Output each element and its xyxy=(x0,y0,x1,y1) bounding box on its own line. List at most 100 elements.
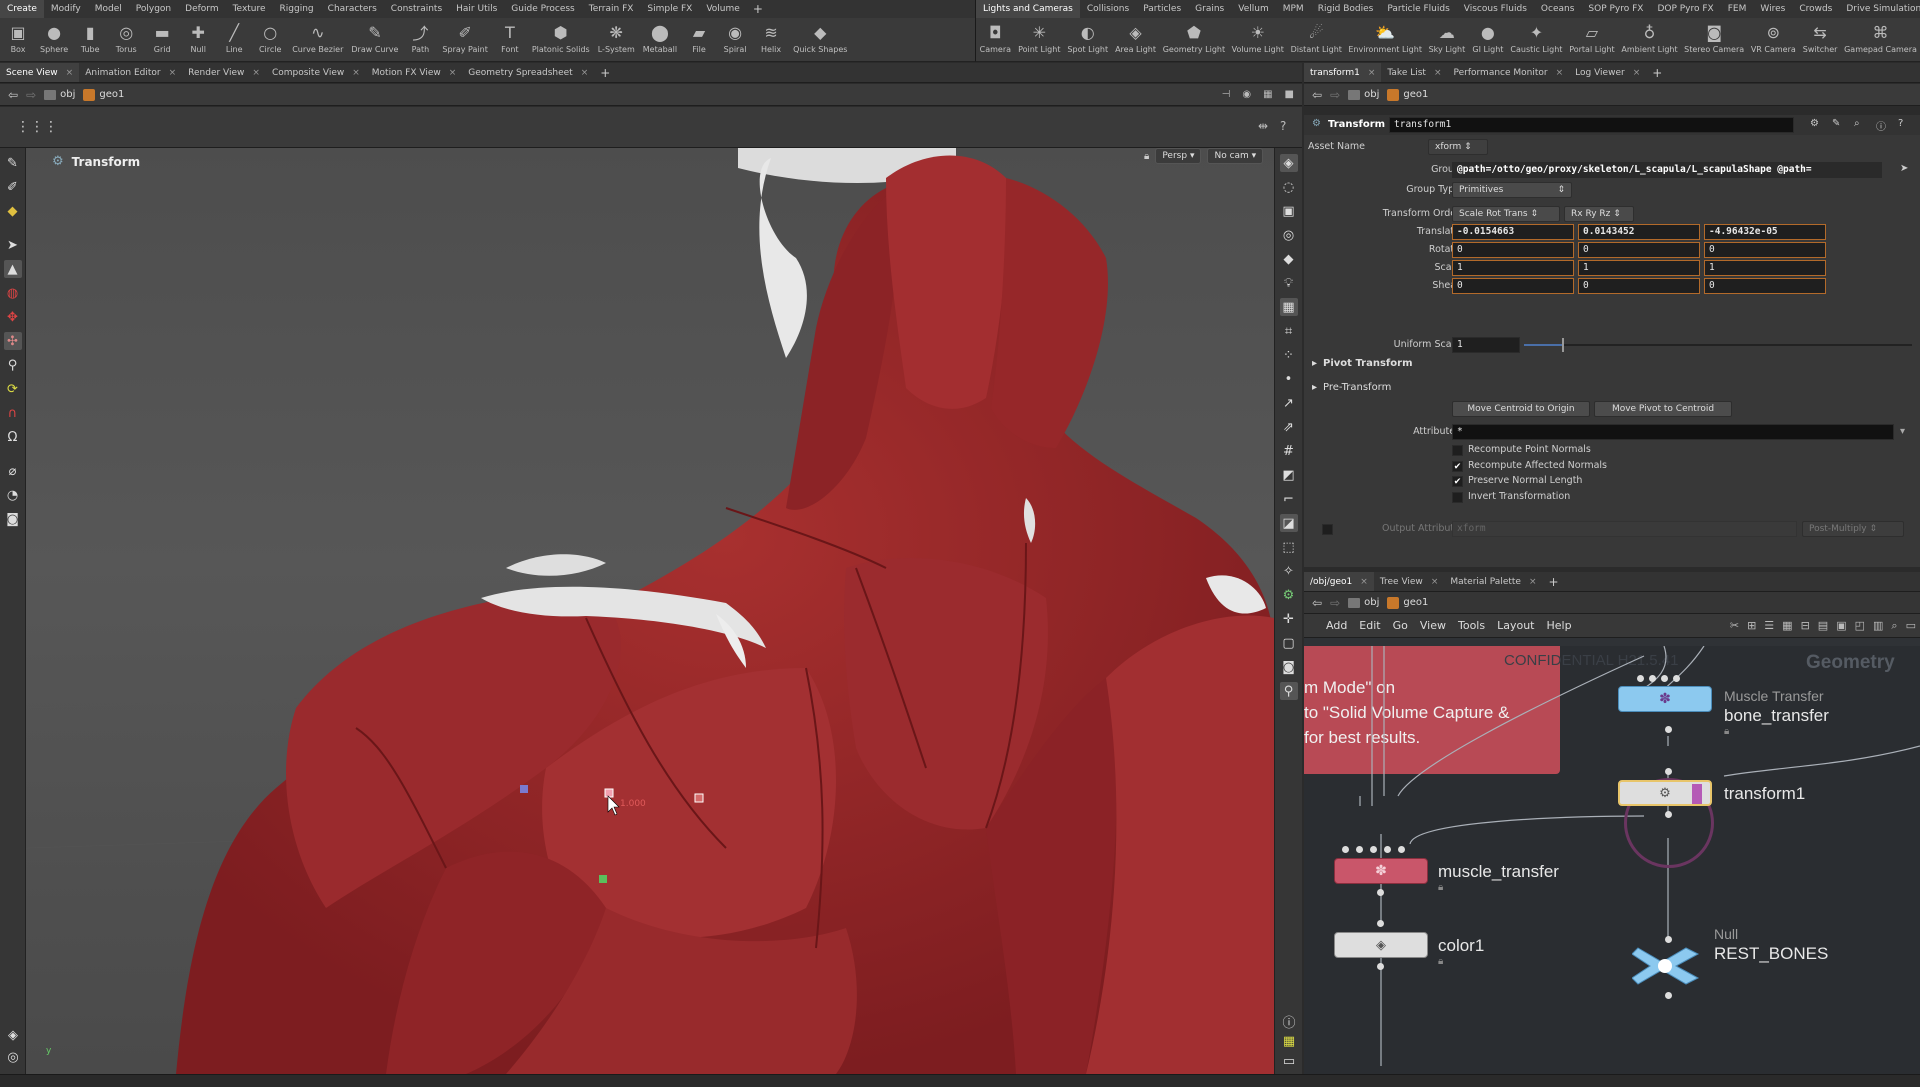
close-icon[interactable]: × xyxy=(1529,572,1537,591)
shelf-tab-mpm[interactable]: MPM xyxy=(1276,0,1311,18)
back-arrow-icon[interactable]: ⇦ xyxy=(8,88,18,102)
close-icon[interactable]: × xyxy=(1360,572,1368,591)
pin-icon[interactable]: ⊣ xyxy=(1222,89,1231,100)
recompute-affected-normals-checkbox[interactable]: ✔ xyxy=(1452,460,1463,472)
tool-path[interactable]: ⤴ Path xyxy=(402,18,438,54)
tool-metaball[interactable]: ⬤ Metaball xyxy=(639,18,681,55)
display-options-icon[interactable]: ⇹ xyxy=(1258,119,1268,133)
lock-camera-icon[interactable]: ▣ xyxy=(1280,202,1298,220)
shelf-tab-terrain-fx[interactable]: Terrain FX xyxy=(582,0,641,18)
add-shelf-tab-icon[interactable]: + xyxy=(747,2,769,16)
link-icon[interactable]: ◉ xyxy=(1242,89,1251,100)
move-pivot-button[interactable]: Move Pivot to Centroid xyxy=(1594,401,1732,417)
badge-icon[interactable]: ▥ xyxy=(1869,619,1887,632)
scale-x-field[interactable]: 1 xyxy=(1452,260,1574,276)
lightbulb-icon[interactable]: 💡︎ xyxy=(1280,274,1298,292)
menu-layout[interactable]: Layout xyxy=(1491,619,1540,632)
shelf-tab-constraints[interactable]: Constraints xyxy=(384,0,449,18)
shelf-tab-guide-process[interactable]: Guide Process xyxy=(504,0,581,18)
close-icon[interactable]: × xyxy=(352,63,360,82)
shelf-tab-drive-simulation[interactable]: Drive Simulation xyxy=(1839,0,1920,18)
node-color1[interactable]: ◈ xyxy=(1334,932,1428,958)
add-pane-tab-icon[interactable]: + xyxy=(1543,575,1565,589)
flipbook-icon[interactable]: ◈ xyxy=(4,1026,22,1044)
wrench-icon[interactable]: ✂ xyxy=(1726,619,1743,632)
pane-tab--obj-geo1[interactable]: /obj/geo1 × xyxy=(1304,572,1374,591)
shelf-tab-grains[interactable]: Grains xyxy=(1188,0,1231,18)
node-bone-transfer[interactable]: ✽ xyxy=(1618,686,1712,712)
tool-draw-curve[interactable]: ✎ Draw Curve xyxy=(347,18,402,55)
tool-geometry-light[interactable]: ⬟ Geometry Light xyxy=(1159,18,1228,55)
rotate-x-field[interactable]: 0 xyxy=(1452,242,1574,258)
tool-tube[interactable]: ▮ Tube xyxy=(72,18,108,55)
tool-volume-light[interactable]: ☀ Volume Light xyxy=(1228,18,1287,55)
info-icon[interactable]: ⓘ xyxy=(1876,118,1886,133)
close-icon[interactable]: × xyxy=(66,63,74,82)
shelf-tab-create[interactable]: Create xyxy=(0,0,44,18)
shelf-tab-texture[interactable]: Texture xyxy=(226,0,273,18)
layout-grid-icon[interactable]: ▦ xyxy=(1280,1032,1298,1050)
handle-tool-icon[interactable]: ◍ xyxy=(4,284,22,302)
close-icon[interactable]: × xyxy=(252,63,260,82)
select-arrow-icon[interactable]: ➤ xyxy=(1900,163,1908,174)
3d-viewport[interactable]: 1.000 y xyxy=(26,148,1274,1074)
rotate-y-field[interactable]: 0 xyxy=(1578,242,1700,258)
add-pane-tab-icon[interactable]: + xyxy=(1646,66,1668,80)
search-icon[interactable]: ⌕ xyxy=(1887,619,1901,633)
tool-box[interactable]: ▣ Box xyxy=(0,18,36,55)
tool-gamepad-camera[interactable]: ⌘ Gamepad Camera xyxy=(1841,18,1920,55)
close-icon[interactable]: × xyxy=(1633,63,1641,82)
shelf-tab-oceans[interactable]: Oceans xyxy=(1534,0,1581,18)
tool-torus[interactable]: ◎ Torus xyxy=(108,18,144,55)
tool-ambient-light[interactable]: ♁ Ambient Light xyxy=(1618,18,1681,55)
vectors-icon[interactable]: ⇗ xyxy=(1280,418,1298,436)
close-icon[interactable]: × xyxy=(1434,63,1442,82)
tool-sphere[interactable]: ● Sphere xyxy=(36,18,72,55)
uv-icon[interactable]: ◩ xyxy=(1280,466,1298,484)
shelf-tab-hair-utils[interactable]: Hair Utils xyxy=(449,0,504,18)
tool-grid[interactable]: ▬ Grid xyxy=(144,18,180,55)
tool-distant-light[interactable]: ☄ Distant Light xyxy=(1287,18,1345,55)
close-icon[interactable]: × xyxy=(1556,63,1564,82)
camera-view-icon[interactable]: ◎ xyxy=(1280,226,1298,244)
shelf-tab-modify[interactable]: Modify xyxy=(44,0,88,18)
list-icon[interactable]: ☰ xyxy=(1760,619,1778,632)
shelf-tab-dop-pyro-fx[interactable]: DOP Pyro FX xyxy=(1650,0,1720,18)
preserve-normal-length-checkbox[interactable]: ✔ xyxy=(1452,476,1463,487)
back-arrow-icon[interactable]: ⇦ xyxy=(1312,88,1322,102)
tool-file[interactable]: ▰ File xyxy=(681,18,717,55)
pane-tab-render-view[interactable]: Render View × xyxy=(182,63,266,82)
display-mode-icon[interactable]: ◈ xyxy=(1279,154,1298,172)
brush-tool-icon[interactable]: ✎ xyxy=(4,154,22,172)
forward-arrow-icon[interactable]: ⇨ xyxy=(1330,596,1340,610)
tool-spot-light[interactable]: ◐ Spot Light xyxy=(1064,18,1112,55)
pane-tab-animation-editor[interactable]: Animation Editor × xyxy=(79,63,182,82)
gear-icon[interactable]: ⚙ xyxy=(1810,118,1819,129)
close-icon[interactable]: × xyxy=(449,63,457,82)
shelf-tab-fem[interactable]: FEM xyxy=(1721,0,1754,18)
node-transform1[interactable]: ⚙ xyxy=(1618,780,1712,806)
translate-z-field[interactable]: -4.96432e-05 xyxy=(1704,224,1826,240)
ghost-icon[interactable]: ◌ xyxy=(1280,178,1298,196)
paint-tool-icon[interactable]: ✐ xyxy=(4,178,22,196)
shelf-tab-characters[interactable]: Characters xyxy=(321,0,384,18)
chevron-down-icon[interactable]: ▾ xyxy=(1900,426,1905,437)
screen-icon[interactable]: ▭ xyxy=(1280,1052,1298,1070)
transform-order-dropdown[interactable]: Scale Rot Trans ⇕ xyxy=(1452,206,1560,222)
move-centroid-button[interactable]: Move Centroid to Origin xyxy=(1452,401,1590,417)
breadcrumb-obj[interactable]: obj xyxy=(1348,89,1379,100)
help-icon[interactable]: ? xyxy=(1280,119,1286,133)
shelf-tab-volume[interactable]: Volume xyxy=(699,0,746,18)
tool-helix[interactable]: ≋ Helix xyxy=(753,18,789,55)
asset-name-dropdown[interactable]: xform ⇕ xyxy=(1428,139,1488,155)
scale-y-field[interactable]: 1 xyxy=(1578,260,1700,276)
group-field[interactable]: @path=/otto/geo/proxy/skeleton/L_scapula… xyxy=(1452,162,1882,178)
tool-platonic-solids[interactable]: ⬢ Platonic Solids xyxy=(528,18,594,55)
shelf-tab-wires[interactable]: Wires xyxy=(1753,0,1792,18)
search-icon[interactable]: ⌕ xyxy=(1854,118,1860,129)
snap-grid-icon[interactable]: ⋮⋮⋮ xyxy=(16,119,58,135)
tool-line[interactable]: ╱ Line xyxy=(216,18,252,55)
camera-menu[interactable]: No cam ▾ xyxy=(1207,148,1264,164)
node-name-field[interactable]: transform1 xyxy=(1389,117,1794,133)
uniform-scale-field[interactable]: 1 xyxy=(1452,337,1520,353)
